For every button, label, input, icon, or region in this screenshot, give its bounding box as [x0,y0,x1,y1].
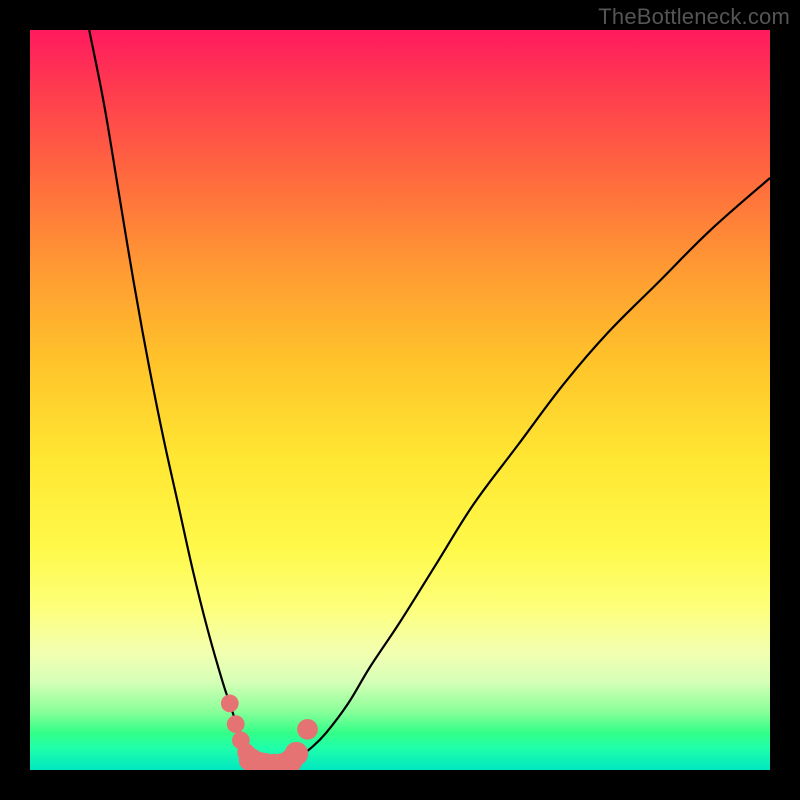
plot-area [30,30,770,770]
data-marker [285,742,309,766]
chart-svg [30,30,770,770]
left-curve [89,30,267,764]
data-marker [297,719,318,740]
marker-group [221,695,318,770]
watermark-text: TheBottleneck.com [598,4,790,30]
chart-frame: TheBottleneck.com [0,0,800,800]
data-marker [227,715,245,733]
data-marker [221,695,239,713]
right-curve [289,178,770,764]
